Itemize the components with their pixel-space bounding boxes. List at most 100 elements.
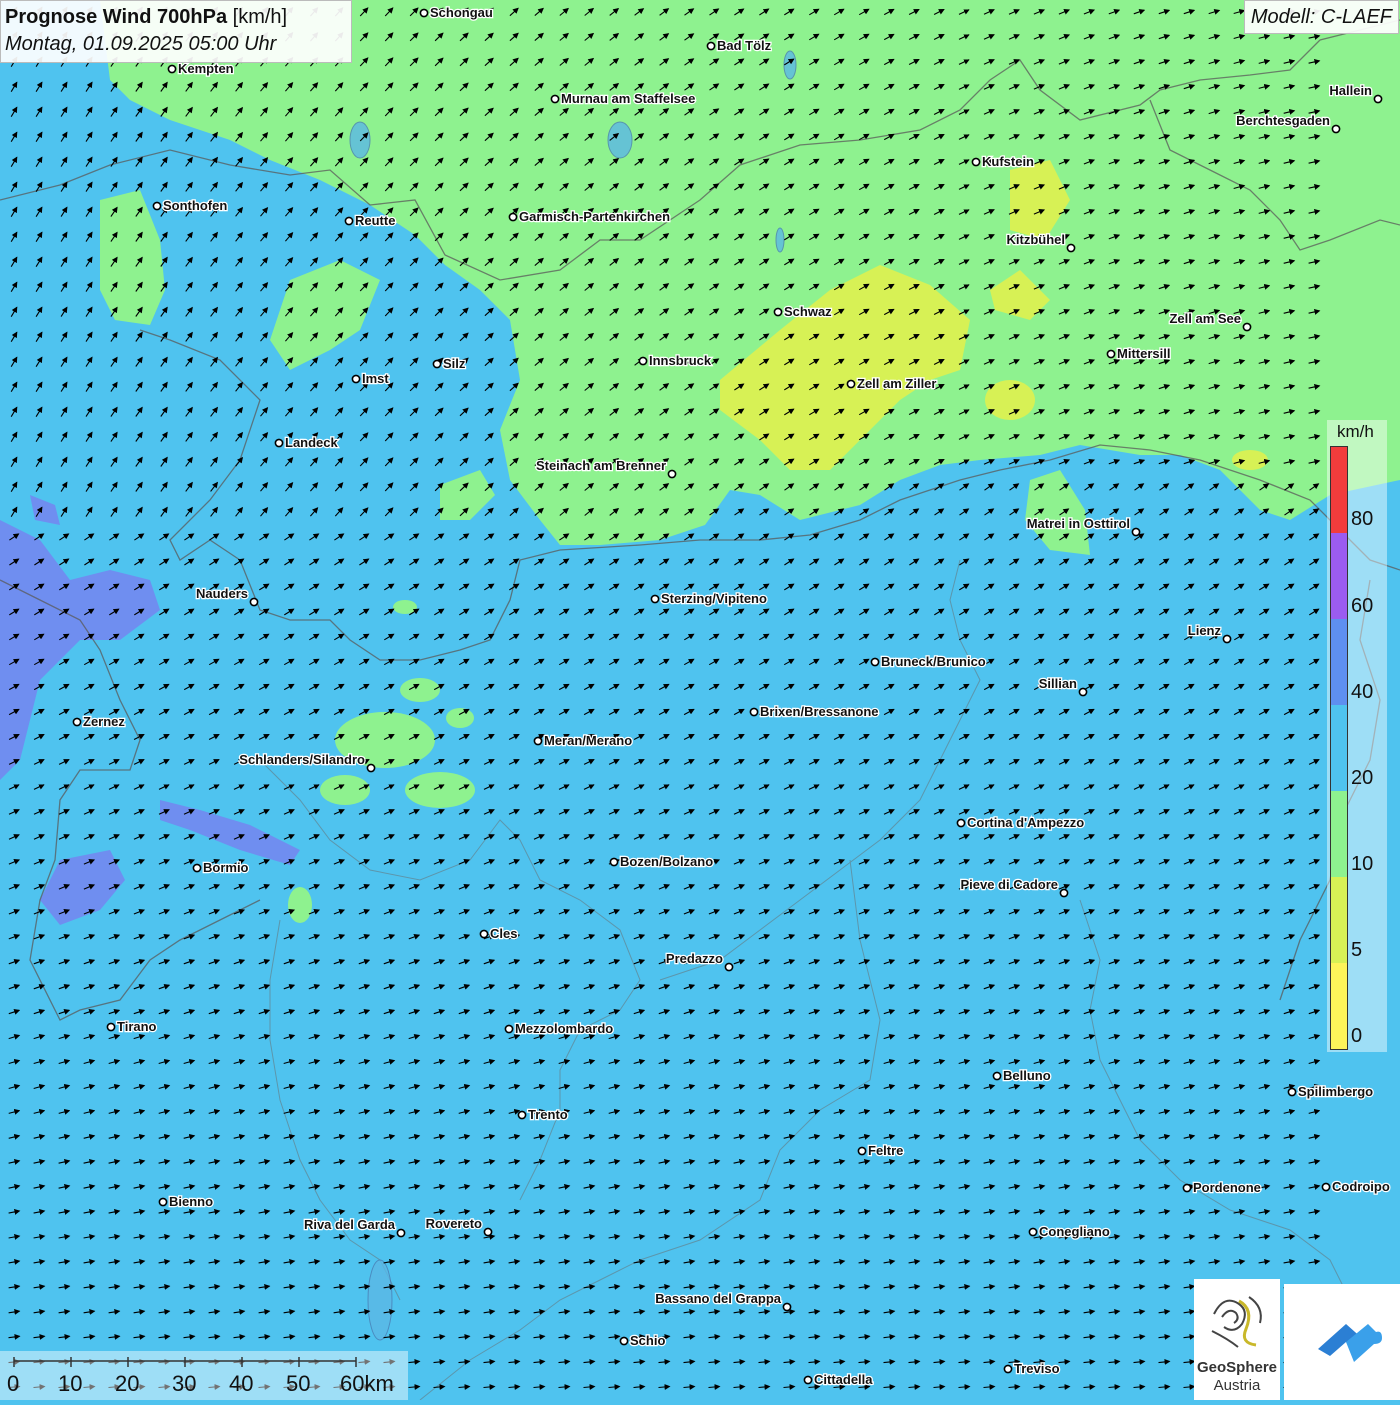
city-marker[interactable]: Sterzing/Vipiteno [650,590,768,607]
city-dot [724,962,734,972]
city-dot [419,8,429,18]
city-marker[interactable]: Mezzolombardo [504,1020,615,1037]
city-label: Kufstein [982,154,1034,169]
city-dot [432,359,442,369]
city-dot [1106,349,1116,359]
city-label: Sonthofen [163,198,227,213]
color-legend: km/h 80 60 40 20 10 5 0 [1327,420,1387,1052]
city-label: Cortina d'Ampezzo [967,815,1084,830]
city-label: Schwaz [784,304,832,319]
city-marker[interactable]: Brixen/Bressanone [749,703,880,720]
city-marker[interactable]: Pordenone [1182,1179,1262,1196]
geosphere-logo-icon [1211,1296,1262,1348]
city-dot [773,307,783,317]
wind-field-10-20 [405,772,475,808]
legend-tick: 20 [1351,767,1374,789]
city-marker[interactable]: Cortina d'Ampezzo [956,814,1086,831]
city-marker[interactable]: Mittersill [1106,345,1172,362]
city-marker[interactable]: Cittadella [803,1371,875,1388]
scale-label: 60km [340,1371,394,1396]
scale-label: 20 [115,1371,140,1396]
legend-seg-80plus [1331,447,1347,533]
city-marker[interactable]: Codroipo [1321,1178,1391,1195]
city-dot [517,1110,527,1120]
city-label: Sterzing/Vipiteno [661,591,767,606]
city-marker[interactable]: Landeck [274,434,340,451]
city-dot [274,438,284,448]
city-marker[interactable]: Murnau am Staffelsee [550,90,697,107]
city-marker[interactable]: Kufstein [971,153,1035,170]
city-label: Hallein [1329,83,1372,98]
wind-app-icon [1318,1324,1382,1362]
city-dot [106,1022,116,1032]
city-dot [508,212,518,222]
city-label: Pieve di Cadore [960,877,1058,892]
legend-seg-5-10 [1331,877,1347,963]
city-marker[interactable]: Kempten [167,60,235,77]
city-label: Silz [443,356,466,371]
city-label: Garmisch-Partenkirchen [519,209,670,224]
city-marker[interactable]: Bruneck/Brunico [870,653,987,670]
scale-bar: 0 10 20 30 40 50 60km [0,1351,408,1400]
legend-seg-20-40 [1331,705,1347,791]
app-logo[interactable] [1284,1284,1400,1400]
city-dot [72,717,82,727]
city-dot [846,379,856,389]
city-label: Bruneck/Brunico [881,654,986,669]
geosphere-logo[interactable]: GeoSphere Austria [1194,1279,1280,1400]
city-label: Sillian [1039,676,1077,691]
city-dot [1321,1182,1331,1192]
wind-field-5-10 [1232,450,1268,470]
city-dot [803,1375,813,1385]
wind-field-10-20 [288,887,312,923]
scale-label: 40 [229,1371,254,1396]
city-label: Innsbruck [649,353,712,368]
city-marker[interactable]: Bozen/Bolzano [609,853,714,870]
city-marker[interactable]: Spilimbergo [1287,1083,1374,1100]
city-dot [619,1336,629,1346]
model-label: Modell: C-LAEF [1243,0,1399,34]
city-marker[interactable]: Conegliano [1028,1223,1111,1240]
legend-tick: 5 [1351,939,1363,961]
city-label: Bassano del Grappa [655,1291,781,1306]
city-dot [857,1146,867,1156]
legend-tick: 0 [1351,1025,1363,1047]
city-marker[interactable]: Meran/Merano [533,732,633,749]
wind-map[interactable]: Schongau Bad Tölz Kempten Murnau am Staffel… [0,0,1400,1400]
city-dot [1066,243,1076,253]
city-dot [249,597,259,607]
city-label: Codroipo [1332,1179,1390,1194]
wind-field-10-20 [320,775,370,805]
title-unit: [km/h] [232,6,288,28]
title-text: Prognose Wind 700hPa [5,6,228,28]
city-dot [956,818,966,828]
city-dot [1182,1183,1192,1193]
legend-colorbar [1330,446,1348,1050]
city-dot [1131,527,1141,537]
city-marker[interactable]: Sonthofen [152,197,229,214]
city-dot [1331,124,1341,134]
city-marker[interactable]: Garmisch-Partenkirchen [508,208,671,225]
scale-label: 30 [172,1371,197,1396]
city-marker[interactable]: Zell am Ziller [846,375,938,392]
map-title-box: Prognose Wind 700hPa [km/h] Montag, 01.0… [0,0,352,63]
city-label: Steinach am Brenner [536,458,666,473]
city-dot [1078,687,1088,697]
city-label: Brixen/Bressanone [760,704,879,719]
city-label: Schio [630,1333,665,1348]
city-dot [550,94,560,104]
city-dot [479,929,489,939]
city-label: Landeck [285,435,339,450]
legend-tick: 60 [1351,595,1374,617]
city-dot [344,216,354,226]
city-label: Zell am See [1169,311,1241,326]
city-dot [971,157,981,167]
city-marker[interactable]: Innsbruck [638,352,713,369]
city-marker[interactable]: Bad Tölz [706,37,773,54]
city-label: Spilimbergo [1298,1084,1373,1099]
city-marker[interactable]: Schongau [419,4,494,21]
city-label: Reutte [355,213,395,228]
city-label: Matrei in Osttirol [1027,516,1130,531]
city-label: Pordenone [1193,1180,1261,1195]
city-marker[interactable]: Schwaz [773,303,833,320]
